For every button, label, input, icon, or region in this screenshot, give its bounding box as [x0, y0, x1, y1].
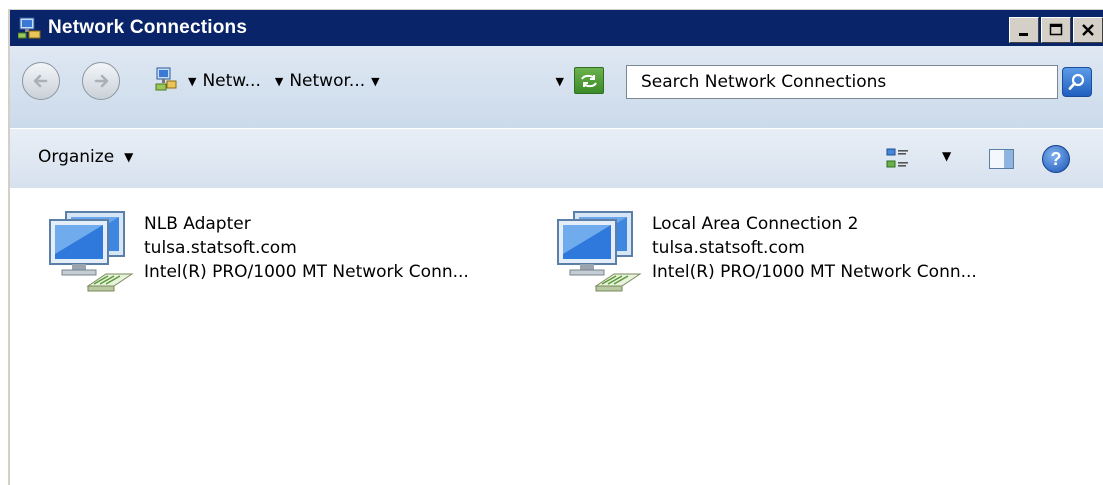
search-placeholder: Search Network Connections — [641, 72, 887, 92]
back-button[interactable] — [22, 62, 60, 100]
network-adapter-icon — [556, 208, 648, 294]
maximize-icon — [1049, 23, 1063, 36]
location-icon — [154, 66, 178, 97]
connection-network: tulsa.statsoft.com — [144, 238, 297, 258]
view-options-dropdown-icon[interactable]: ▼ — [942, 149, 951, 163]
network-adapter-icon — [48, 208, 140, 294]
command-bar: Organize ▼ ▼ ? — [10, 128, 1103, 189]
forward-button[interactable] — [82, 62, 120, 100]
maximize-button[interactable] — [1041, 17, 1071, 43]
breadcrumb-label: Networ... — [289, 71, 366, 91]
forward-arrow-icon — [94, 74, 109, 88]
preview-pane-icon — [989, 149, 1014, 169]
connection-name: NLB Adapter — [144, 214, 251, 234]
organize-menu[interactable]: Organize ▼ — [38, 147, 133, 167]
connection-device: Intel(R) PRO/1000 MT Network Conn... — [144, 262, 469, 282]
window-title: Network Connections — [48, 17, 248, 38]
close-icon — [1082, 24, 1094, 36]
connection-item[interactable]: NLB Adapter tulsa.statsoft.com Intel(R) … — [48, 208, 469, 294]
help-icon: ? — [1050, 148, 1062, 169]
refresh-icon — [581, 74, 597, 87]
connection-device: Intel(R) PRO/1000 MT Network Conn... — [652, 262, 977, 282]
chevron-down-icon[interactable]: ▼ — [371, 75, 379, 88]
breadcrumb-label: Netw... — [202, 71, 261, 91]
magnifier-icon — [1068, 73, 1085, 90]
breadcrumb-item[interactable]: ▼ Networ... ▼ — [275, 71, 380, 91]
window-controls — [1007, 17, 1103, 43]
change-view-icon — [886, 148, 908, 168]
network-connections-icon — [17, 17, 42, 39]
search-button[interactable] — [1062, 67, 1092, 97]
title-bar[interactable]: Network Connections — [10, 10, 1103, 46]
address-history-dropdown-icon[interactable]: ▼ — [556, 75, 564, 88]
connection-network: tulsa.statsoft.com — [652, 238, 805, 258]
breadcrumb-item[interactable]: ▼ Netw... — [188, 71, 261, 91]
explorer-window: Network Connections ▼ Netw... ▼ Networ..… — [8, 9, 1103, 485]
connection-item[interactable]: Local Area Connection 2 tulsa.statsoft.c… — [556, 208, 977, 294]
close-button[interactable] — [1073, 17, 1103, 43]
change-view-button[interactable] — [886, 147, 910, 171]
help-button[interactable]: ? — [1042, 145, 1070, 173]
minimize-icon — [1019, 33, 1028, 36]
refresh-button[interactable] — [574, 67, 604, 94]
address-field[interactable]: ▼ Netw... ▼ Networ... ▼ ▼ — [154, 65, 574, 97]
back-arrow-icon — [33, 74, 48, 88]
chevron-down-icon: ▼ — [124, 150, 134, 164]
organize-label: Organize — [38, 147, 115, 167]
connection-name: Local Area Connection 2 — [652, 214, 859, 234]
minimize-button[interactable] — [1009, 17, 1039, 43]
preview-pane-button[interactable] — [988, 147, 1016, 171]
connections-view: NLB Adapter tulsa.statsoft.com Intel(R) … — [10, 188, 1103, 485]
chevron-down-icon[interactable]: ▼ — [188, 75, 196, 88]
search-input[interactable]: Search Network Connections — [626, 65, 1058, 99]
address-bar: ▼ Netw... ▼ Networ... ▼ ▼ Search Network… — [10, 46, 1103, 128]
chevron-down-icon[interactable]: ▼ — [275, 75, 283, 88]
